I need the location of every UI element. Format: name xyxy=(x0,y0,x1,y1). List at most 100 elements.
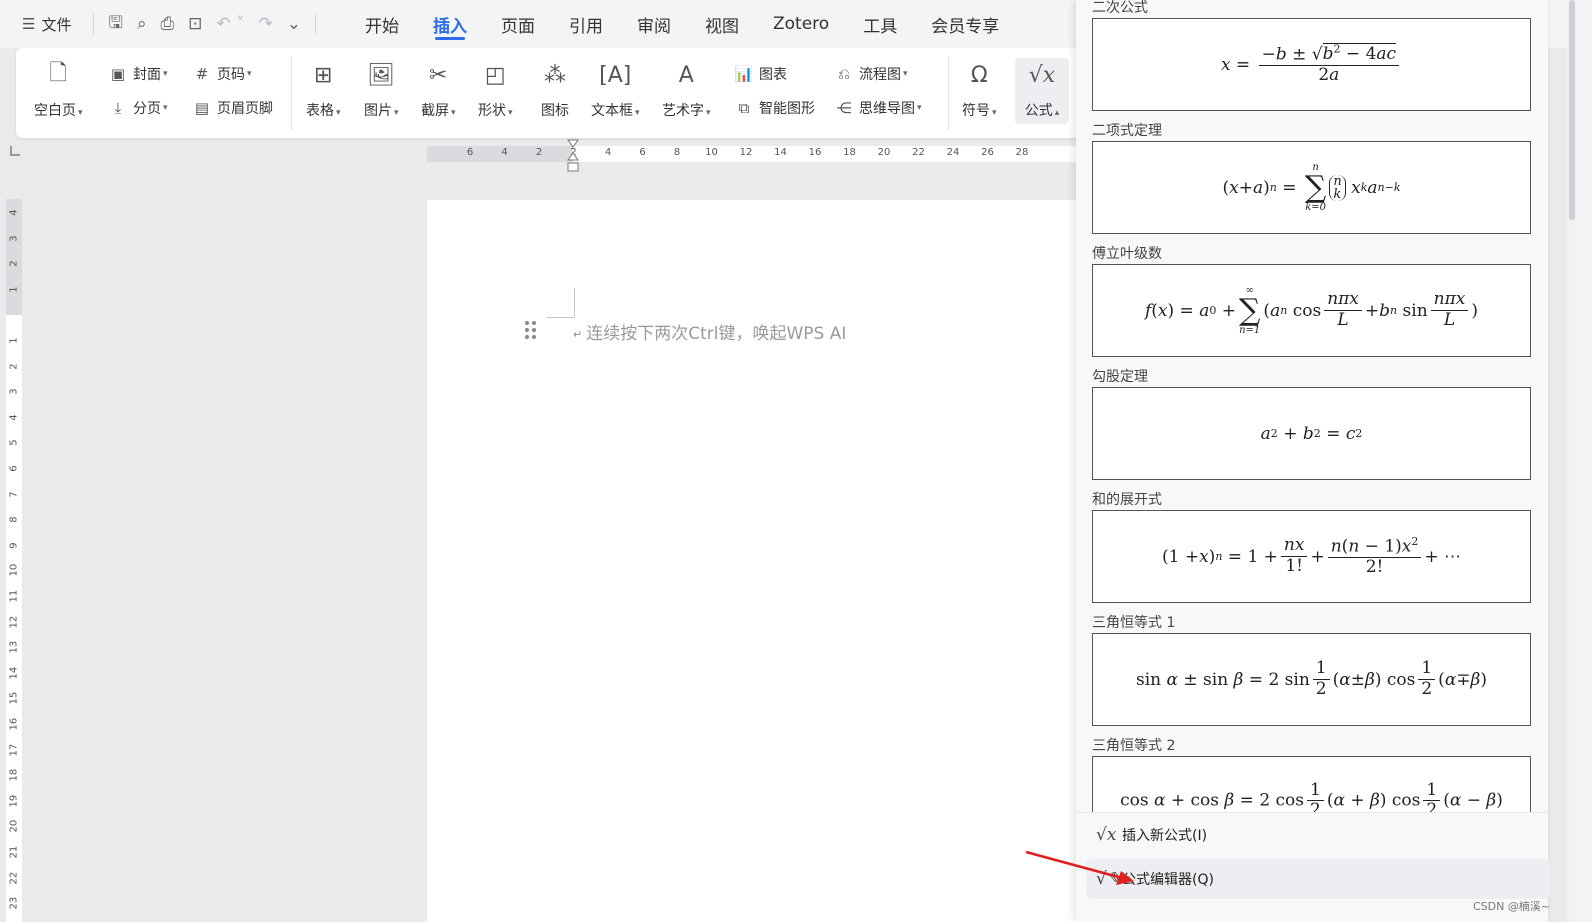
mindmap-button[interactable]: ⋲ 思维导图 ▾ xyxy=(834,98,922,118)
ruler-tick: 3 xyxy=(8,234,20,242)
ruler-tick: 6 xyxy=(466,147,474,158)
right-edge-strip xyxy=(1577,0,1592,922)
formula-binomial[interactable]: (x + a) n = n ∑ k=0 nk x k a n−k xyxy=(1092,141,1531,234)
icon-label: 图标 xyxy=(541,103,569,119)
formula-trig-identity-1[interactable]: sin α ± sin β = 2 sin 1 2(α ± β) cos 1 2(α ∓… xyxy=(1092,633,1531,726)
formula-trig-identity-2[interactable]: cos α + cos β = 2 cos 1 2 (α + β) cos 1 2 (α −… xyxy=(1092,756,1531,816)
ruler-tick: 14 xyxy=(774,147,787,158)
ai-placeholder-paragraph[interactable]: ↵ 连续按下两次Ctrl键，唤起WPS AI xyxy=(573,319,846,344)
panel-scrollbar[interactable] xyxy=(1567,0,1577,922)
table-button[interactable]: ⊞ 表格 ▾ xyxy=(306,60,341,120)
ruler-tick: 21 xyxy=(8,845,20,859)
ruler-tick: 20 xyxy=(877,147,891,158)
ruler-tick: 22 xyxy=(8,871,20,885)
formula-pythagorean[interactable]: a2 + b2 = c2 xyxy=(1092,387,1531,480)
tab-insert[interactable]: 插入 xyxy=(416,0,484,48)
formula-quadratic[interactable]: x = −b ± √b2 − 4ac 2a xyxy=(1092,18,1531,111)
more-chevron-down-icon[interactable]: ⌄ xyxy=(287,14,301,34)
tab-tools[interactable]: 工具 xyxy=(846,0,914,48)
print-icon[interactable]: ⎙ xyxy=(160,14,174,34)
ruler-tick: 6 xyxy=(8,465,20,472)
ruler-tick: 10 xyxy=(705,147,718,158)
insert-new-formula-label: 插入新公式(I) xyxy=(1122,828,1208,844)
ruler-tick: 1 xyxy=(8,337,20,344)
horizontal-ruler[interactable]: 6 4 2 2 4 6 8 10 12 14 16 18 20 22 24 26 28 xyxy=(427,146,1087,162)
ruler-tick: 17 xyxy=(8,743,20,757)
ruler-margin xyxy=(427,146,573,162)
picture-label: 图片 xyxy=(364,103,392,119)
cover-label: 封面 xyxy=(133,67,161,83)
page-break-button[interactable]: ⤓ 分页 ▾ xyxy=(108,98,168,118)
document-page[interactable] xyxy=(427,200,1127,922)
mindmap-icon: ⋲ xyxy=(836,99,852,117)
picture-button[interactable]: 🖼 图片 ▾ xyxy=(364,60,399,120)
wordart-button[interactable]: A 艺术字 ▾ xyxy=(662,60,711,120)
divider xyxy=(291,56,292,130)
formula-sum-expansion[interactable]: (1 + x) n = 1 + nx 1! + n(n − 1)x2 2! + ⋯ xyxy=(1092,510,1531,603)
page-number-button[interactable]: # 页码 ▾ xyxy=(192,64,252,84)
shape-button[interactable]: ◰ 形状 ▾ xyxy=(478,60,513,120)
flowchart-label: 流程图 xyxy=(859,67,901,83)
indent-marker-icon[interactable] xyxy=(567,139,579,173)
margin-corner-mark xyxy=(547,288,575,318)
blank-page-button[interactable]: 🗋 空白页 ▾ xyxy=(34,60,83,120)
smartart-button[interactable]: ⧉ 智能图形 xyxy=(734,98,815,118)
ruler-tick: 19 xyxy=(8,794,20,808)
cover-button[interactable]: ▣ 封面 ▾ xyxy=(108,64,168,84)
blank-page-label: 空白页 xyxy=(34,103,76,119)
insert-new-formula-button[interactable]: √x 插入新公式(I) xyxy=(1086,815,1550,855)
tab-review[interactable]: 审阅 xyxy=(620,0,688,48)
ruler-tick: 5 xyxy=(8,439,20,447)
textbox-icon: [A] xyxy=(599,62,632,88)
chart-button[interactable]: 📊 图表 xyxy=(734,64,787,84)
format-painter-icon[interactable]: ⌕ xyxy=(137,14,147,34)
blank-page-icon: 🗋 xyxy=(49,61,68,86)
formula-button[interactable]: √x 公式 ▴ xyxy=(1015,58,1069,124)
hamburger-icon: ☰ xyxy=(22,15,36,33)
ruler-tick: 7 xyxy=(8,490,20,498)
table-label: 表格 xyxy=(306,103,334,119)
symbol-button[interactable]: Ω 符号 ▾ xyxy=(962,60,997,120)
ruler-tick: 28 xyxy=(1015,147,1029,158)
file-menu[interactable]: ☰ 文件 xyxy=(22,14,71,35)
tab-member[interactable]: 会员专享 xyxy=(914,0,1016,48)
ruler-tick: 8 xyxy=(8,516,20,523)
screenshot-button[interactable]: ✂ 截屏 ▾ xyxy=(421,60,456,120)
undo-icon[interactable]: ↶ ˅ xyxy=(216,14,244,34)
flowchart-button[interactable]: ⎌ 流程图 ▾ xyxy=(834,64,908,84)
formula-item-label: 二次公式 xyxy=(1092,0,1148,16)
ruler-tick: 16 xyxy=(808,147,822,158)
ruler-tick: 12 xyxy=(8,615,20,629)
ruler-tick: 1 xyxy=(8,286,20,293)
tab-view[interactable]: 视图 xyxy=(688,0,756,48)
tab-page[interactable]: 页面 xyxy=(484,0,552,48)
ruler-tick: 4 xyxy=(8,209,20,216)
header-footer-icon: ▤ xyxy=(194,99,210,117)
print-preview-icon[interactable]: ⊡ xyxy=(188,14,202,34)
file-label: 文件 xyxy=(41,15,72,34)
formula-fourier[interactable]: f(x) = a0 + ∞ ∑ n=1 (a n cos nπx L + bn sin nπx… xyxy=(1092,264,1531,357)
wordart-label: 艺术字 xyxy=(662,103,704,119)
divider xyxy=(315,14,316,34)
vertical-ruler[interactable]: 4 3 2 1 1 2 3 4 5 6 7 8 9 10 11 12 13 14 15 16 17 18 19 20 21 22 2… xyxy=(6,199,22,922)
drag-handle-icon[interactable] xyxy=(525,321,537,339)
ribbon-tabs: 开始 插入 页面 引用 审阅 视图 Zotero 工具 会员专享 xyxy=(348,0,1016,48)
ruler-tick: 12 xyxy=(739,147,753,158)
tab-references[interactable]: 引用 xyxy=(552,0,620,48)
formula-editor-button[interactable]: √✎ 公式编辑器(Q) xyxy=(1086,859,1550,899)
icon-library-button[interactable]: ⁂ 图标 xyxy=(540,60,570,120)
redo-icon[interactable]: ↷ xyxy=(259,14,273,34)
save-icon[interactable]: 🖫 xyxy=(108,10,122,39)
formula-item-label: 和的展开式 xyxy=(1092,492,1162,508)
tab-zotero[interactable]: Zotero xyxy=(756,0,846,48)
ruler-tick: 16 xyxy=(8,717,20,731)
scrollbar-thumb[interactable] xyxy=(1569,0,1575,220)
header-footer-button[interactable]: ▤ 页眉页脚 xyxy=(192,98,273,118)
smartart-label: 智能图形 xyxy=(759,101,815,117)
tab-home[interactable]: 开始 xyxy=(348,0,416,48)
ruler-tick: 14 xyxy=(8,666,20,680)
page-break-label: 分页 xyxy=(133,101,161,117)
formula-dropdown: 二次公式 x = −b ± √b2 − 4ac 2a 二项式定理 (x + a) n… xyxy=(1076,0,1550,922)
ruler-tick: 2 xyxy=(535,147,543,158)
textbox-button[interactable]: [A] 文本框 ▾ xyxy=(591,60,640,120)
